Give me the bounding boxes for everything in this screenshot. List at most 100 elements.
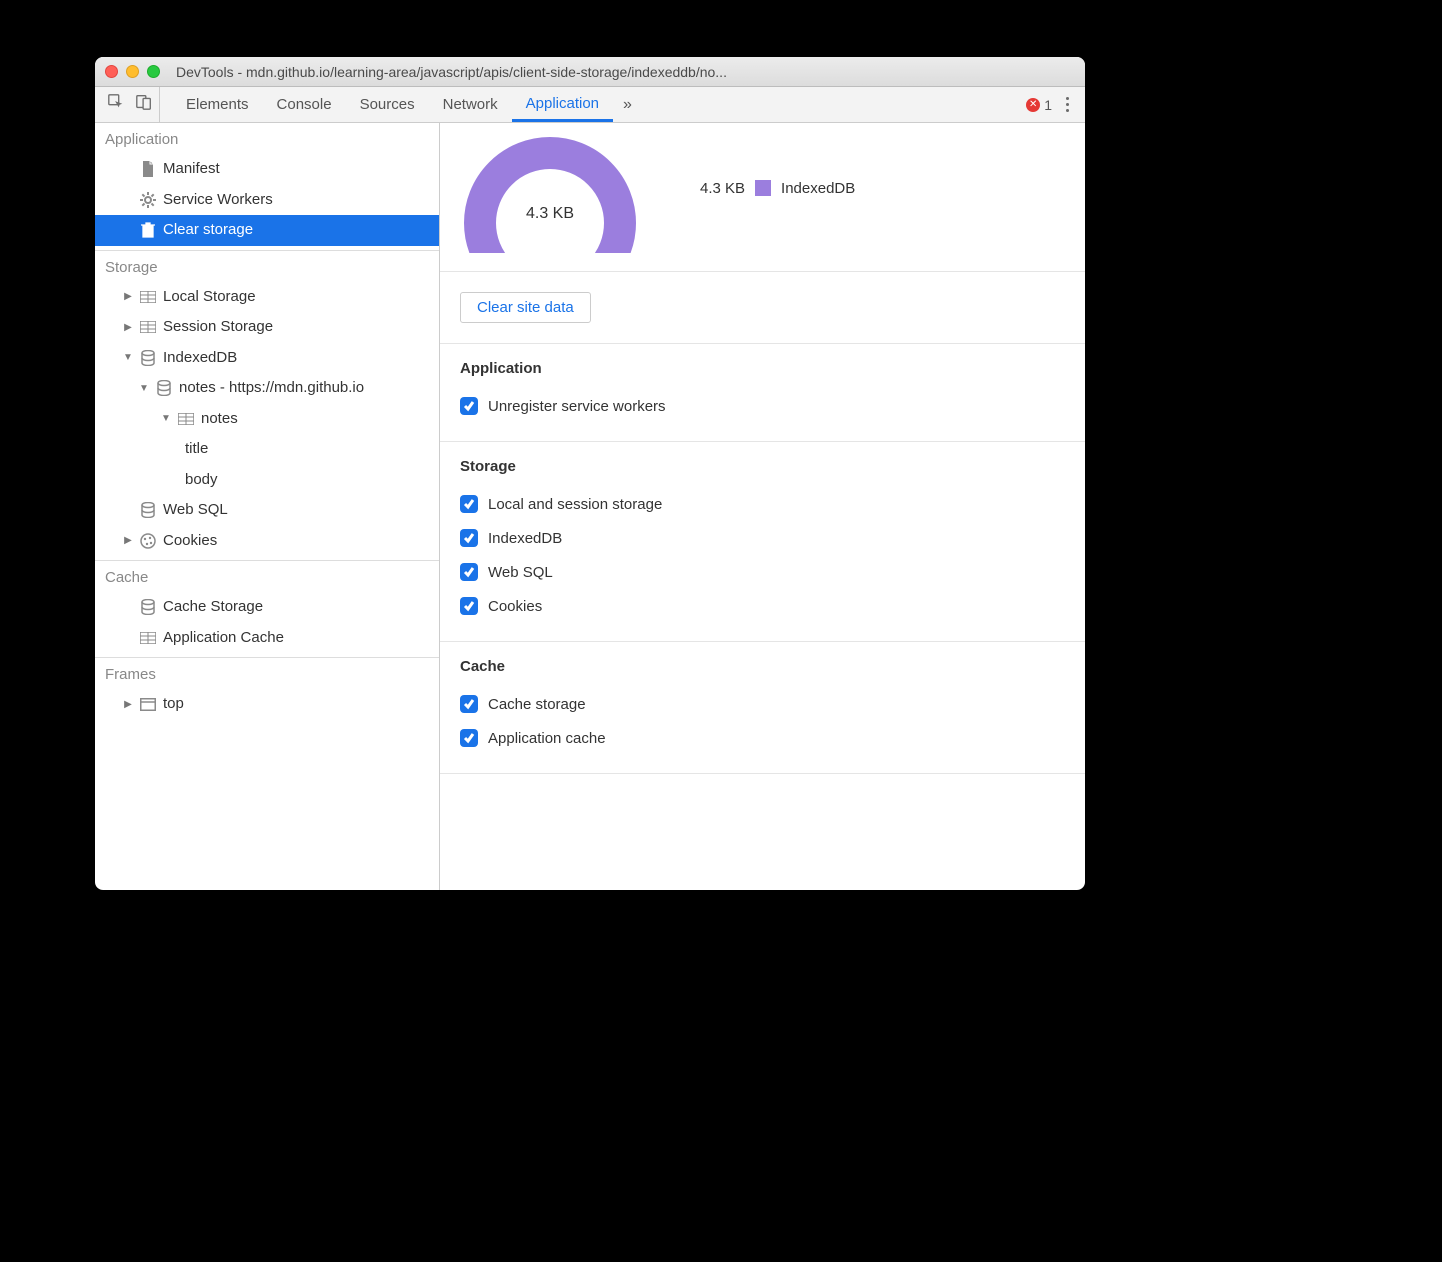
sidebar-item-label: Cache Storage (163, 596, 263, 619)
document-icon (139, 160, 157, 178)
checkbox-label: Application cache (488, 730, 606, 747)
tab-network[interactable]: Network (429, 87, 512, 122)
sidebar-item-label: Local Storage (163, 286, 256, 309)
device-toolbar-icon[interactable] (135, 93, 153, 116)
sidebar-item-label: notes - https://mdn.github.io (179, 377, 364, 400)
checkbox-row[interactable]: Local and session storage (460, 487, 1065, 521)
checkbox-checked-icon[interactable] (460, 695, 478, 713)
section-title: Storage (460, 458, 1065, 475)
inspect-element-icon[interactable] (107, 93, 125, 116)
collapse-arrow-icon[interactable]: ▼ (139, 381, 149, 396)
section-cache: Cache Cache storage Application cache (440, 642, 1085, 774)
checkbox-row[interactable]: Web SQL (460, 555, 1065, 589)
sidebar-item-label: Service Workers (163, 189, 273, 212)
legend-item: 4.3 KB IndexedDB (700, 180, 855, 197)
checkbox-label: Cache storage (488, 696, 586, 713)
gear-icon (139, 191, 157, 209)
section-storage: Storage Local and session storage Indexe… (440, 442, 1085, 642)
collapse-arrow-icon[interactable]: ▼ (161, 411, 171, 426)
main-panel: 4.3 KB 4.3 KB IndexedDB Clear site data … (440, 123, 1085, 890)
sidebar-item-idb-field[interactable]: title (95, 434, 439, 465)
database-icon (139, 598, 157, 616)
devtools-toolbar: Elements Console Sources Network Applica… (95, 87, 1085, 123)
expand-arrow-icon[interactable]: ▶ (123, 697, 133, 712)
storage-legend: 4.3 KB IndexedDB (700, 180, 855, 197)
checkbox-checked-icon[interactable] (460, 597, 478, 615)
sidebar-item-idb-field[interactable]: body (95, 465, 439, 496)
checkbox-label: IndexedDB (488, 530, 562, 547)
tab-console[interactable]: Console (263, 87, 346, 122)
storage-usage-total: 4.3 KB (460, 205, 640, 223)
expand-arrow-icon[interactable]: ▶ (123, 533, 133, 548)
minimize-window-button[interactable] (126, 65, 139, 78)
checkbox-checked-icon[interactable] (460, 729, 478, 747)
checkbox-label: Unregister service workers (488, 398, 666, 415)
devtools-window: DevTools - mdn.github.io/learning-area/j… (95, 57, 1085, 890)
sidebar-item-label: Application Cache (163, 627, 284, 650)
sidebar-group-application: Application (95, 123, 439, 154)
sidebar-item-manifest[interactable]: ▶ Manifest (95, 154, 439, 185)
more-tabs-button[interactable]: » (613, 87, 642, 122)
legend-swatch (755, 180, 771, 196)
section-application: Application Unregister service workers (440, 344, 1085, 442)
sidebar-item-top-frame[interactable]: ▶ top (95, 689, 439, 720)
window-controls (105, 65, 160, 78)
checkbox-label: Local and session storage (488, 496, 662, 513)
section-title: Cache (460, 658, 1065, 675)
sidebar-item-session-storage[interactable]: ▶ Session Storage (95, 312, 439, 343)
sidebar-group-storage: Storage (95, 251, 439, 282)
checkbox-row[interactable]: IndexedDB (460, 521, 1065, 555)
window-title: DevTools - mdn.github.io/learning-area/j… (176, 64, 1075, 80)
zoom-window-button[interactable] (147, 65, 160, 78)
sidebar-item-cache-storage[interactable]: ▶ Cache Storage (95, 592, 439, 623)
storage-usage-chart: 4.3 KB (460, 123, 640, 253)
frame-icon (139, 695, 157, 713)
sidebar-item-label: Session Storage (163, 316, 273, 339)
tab-elements[interactable]: Elements (172, 87, 263, 122)
application-sidebar: Application ▶ Manifest ▶ Service Workers… (95, 123, 440, 890)
sidebar-item-label: top (163, 693, 184, 716)
error-indicator[interactable]: ✕ 1 (1026, 97, 1052, 113)
tab-sources[interactable]: Sources (346, 87, 429, 122)
panel-tabs: Elements Console Sources Network Applica… (172, 87, 642, 122)
checkbox-row[interactable]: Cookies (460, 589, 1065, 623)
checkbox-label: Web SQL (488, 564, 553, 581)
database-icon (139, 349, 157, 367)
checkbox-row[interactable]: Unregister service workers (460, 389, 1065, 423)
sidebar-item-application-cache[interactable]: ▶ Application Cache (95, 623, 439, 654)
sidebar-item-label: body (185, 469, 218, 492)
sidebar-item-service-workers[interactable]: ▶ Service Workers (95, 185, 439, 216)
checkbox-row[interactable]: Application cache (460, 721, 1065, 755)
sidebar-item-label: notes (201, 408, 238, 431)
tab-application[interactable]: Application (512, 87, 613, 122)
sidebar-item-label: title (185, 438, 208, 461)
sidebar-item-cookies[interactable]: ▶ Cookies (95, 526, 439, 557)
checkbox-row[interactable]: Cache storage (460, 687, 1065, 721)
sidebar-item-local-storage[interactable]: ▶ Local Storage (95, 282, 439, 313)
sidebar-item-clear-storage[interactable]: ▶ Clear storage (95, 215, 439, 246)
error-count: 1 (1044, 97, 1052, 113)
titlebar: DevTools - mdn.github.io/learning-area/j… (95, 57, 1085, 87)
sidebar-item-label: IndexedDB (163, 347, 237, 370)
checkbox-checked-icon[interactable] (460, 397, 478, 415)
checkbox-checked-icon[interactable] (460, 529, 478, 547)
cookie-icon (139, 532, 157, 550)
settings-menu-button[interactable] (1062, 93, 1073, 116)
table-icon (139, 629, 157, 647)
clear-site-data-button[interactable]: Clear site data (460, 292, 591, 323)
expand-arrow-icon[interactable]: ▶ (123, 289, 133, 304)
checkbox-checked-icon[interactable] (460, 563, 478, 581)
checkbox-checked-icon[interactable] (460, 495, 478, 513)
sidebar-item-idb-database[interactable]: ▼ notes - https://mdn.github.io (95, 373, 439, 404)
sidebar-item-label: Web SQL (163, 499, 228, 522)
legend-label: IndexedDB (781, 180, 855, 197)
table-icon (177, 410, 195, 428)
close-window-button[interactable] (105, 65, 118, 78)
expand-arrow-icon[interactable]: ▶ (123, 320, 133, 335)
collapse-arrow-icon[interactable]: ▼ (123, 350, 133, 365)
sidebar-item-idb-store[interactable]: ▼ notes (95, 404, 439, 435)
trash-icon (139, 221, 157, 239)
sidebar-item-web-sql[interactable]: ▶ Web SQL (95, 495, 439, 526)
sidebar-group-frames: Frames (95, 658, 439, 689)
sidebar-item-indexeddb[interactable]: ▼ IndexedDB (95, 343, 439, 374)
